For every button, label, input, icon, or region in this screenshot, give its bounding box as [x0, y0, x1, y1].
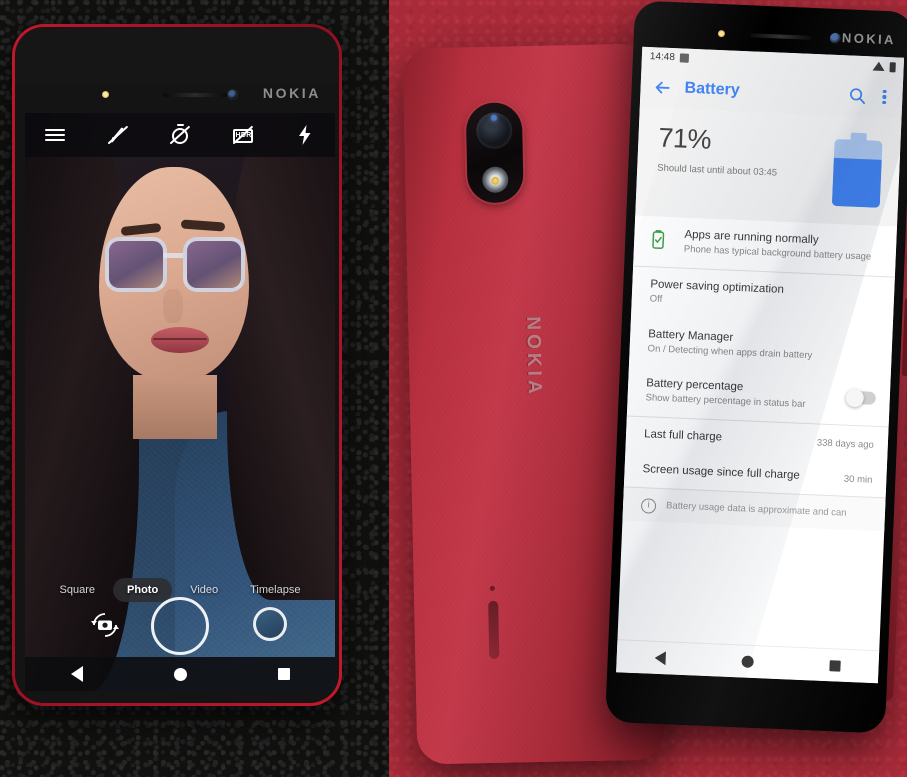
photo-hair-right [227, 113, 335, 601]
switch-camera-icon[interactable] [87, 607, 123, 643]
earpiece-speaker [749, 33, 812, 40]
battery-body [831, 138, 883, 208]
lens-reflection [490, 114, 498, 121]
nokia-logo: NOKIA [841, 30, 897, 48]
photo-lips [151, 327, 209, 353]
battery-summary: 71% Should last until about 03:45 [635, 107, 902, 227]
info-icon: i [640, 498, 657, 515]
microphone-hole [489, 585, 495, 591]
front-flash-icon [102, 91, 109, 98]
front-flash-icon [717, 29, 726, 38]
sunglasses-lens-right [183, 237, 245, 292]
search-icon[interactable] [848, 86, 867, 105]
back-icon[interactable] [654, 650, 667, 666]
page-title: Battery [684, 79, 741, 99]
battery-fill-portion [831, 158, 882, 208]
battery-navigation-bar [616, 639, 880, 684]
home-icon[interactable] [173, 667, 187, 681]
list-item-title: Last full charge [643, 428, 723, 444]
wifi-icon [872, 61, 885, 71]
hdr-icon[interactable]: HDR [231, 123, 255, 147]
back-arrow-icon[interactable] [652, 77, 673, 98]
camera-controls [25, 597, 335, 655]
battery-estimate: Should last until about 03:45 [657, 162, 778, 179]
camera-screen: HDR Square Photo Video Timelapse [25, 113, 335, 691]
recents-icon[interactable] [277, 668, 290, 680]
camera-phone: NOKIA Square Photo Video Timelapse [12, 24, 342, 706]
overflow-menu-icon[interactable] [878, 89, 891, 105]
status-clock: 14:48 [649, 51, 676, 64]
battery-graphic [831, 132, 883, 208]
nokia-logo-vertical: NOKIA [522, 316, 545, 398]
battery-percentage-toggle[interactable] [845, 388, 877, 408]
camera-phone-body: NOKIA Square Photo Video Timelapse [15, 27, 339, 703]
battery-settings-list: Apps are running normally Phone has typi… [622, 215, 897, 532]
list-item-title: Screen usage since full charge [642, 463, 800, 483]
battery-percent: 71% [657, 122, 712, 155]
top-bezel [15, 27, 339, 85]
list-item-value: 30 min [843, 473, 873, 487]
back-icon[interactable] [70, 666, 83, 682]
rear-camera-module [465, 102, 524, 204]
flash-icon[interactable] [293, 123, 317, 147]
timer-icon[interactable] [168, 123, 192, 147]
battery-phone-frame: NOKIA 14:48 Battery 71% Should last unti… [605, 0, 907, 734]
photo-neck [133, 375, 217, 439]
image-icon [679, 53, 690, 63]
battery-icon [889, 61, 896, 72]
front-camera-icon [227, 89, 238, 100]
battery-ok-icon [652, 227, 675, 255]
nokia-logo: NOKIA [262, 85, 321, 101]
front-camera-icon [829, 32, 842, 45]
battery-info-text: Battery usage data is approximate and ca… [665, 500, 847, 519]
list-item-value: 338 days ago [816, 437, 875, 452]
speaker-grille [488, 600, 500, 659]
photo-sunglasses [105, 233, 245, 295]
camera-navigation-bar [25, 657, 335, 691]
scene: NOKIA Square Photo Video Timelapse NOKIA… [0, 0, 907, 777]
menu-icon[interactable] [43, 123, 67, 147]
gallery-thumbnail[interactable] [253, 607, 287, 641]
recents-icon[interactable] [829, 659, 841, 672]
earpiece-speaker [163, 93, 227, 97]
shutter-button[interactable] [151, 597, 209, 655]
battery-phone: NOKIA 14:48 Battery 71% Should last unti… [605, 0, 907, 734]
beauty-mode-icon[interactable] [106, 123, 130, 147]
home-icon[interactable] [741, 655, 754, 668]
camera-toolbar: HDR [25, 113, 335, 157]
battery-screen: 14:48 Battery 71% Should last until abou… [616, 46, 905, 684]
sunglasses-lens-left [105, 237, 167, 292]
photo-lip-line [153, 338, 207, 340]
